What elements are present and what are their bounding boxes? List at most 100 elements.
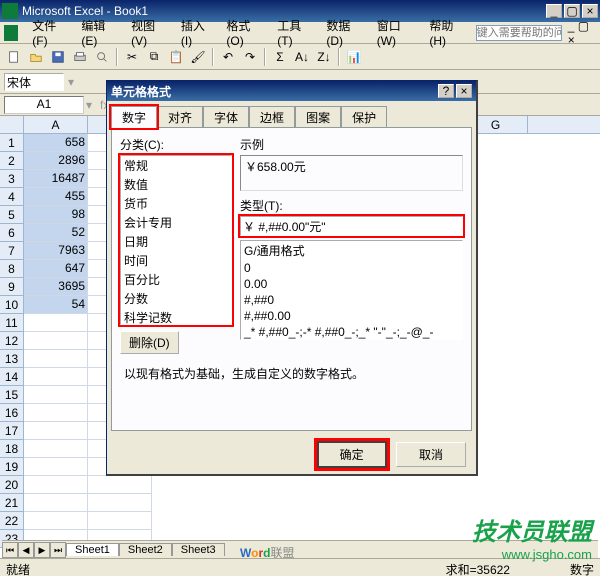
row-header[interactable]: 1: [0, 134, 23, 152]
menu-edit[interactable]: 编辑(E): [75, 15, 123, 50]
copy-icon[interactable]: ⧉: [144, 47, 164, 67]
tab-pattern[interactable]: 图案: [295, 106, 341, 128]
row-header[interactable]: 19: [0, 458, 23, 476]
menu-data[interactable]: 数据(D): [320, 15, 368, 50]
row-header[interactable]: 10: [0, 296, 23, 314]
list-item[interactable]: 百分比: [121, 270, 231, 289]
list-item[interactable]: 常规: [121, 156, 231, 175]
row-header[interactable]: 18: [0, 440, 23, 458]
row-header[interactable]: 13: [0, 350, 23, 368]
select-all-corner[interactable]: [0, 116, 23, 134]
row-header[interactable]: 9: [0, 278, 23, 296]
menu-view[interactable]: 视图(V): [125, 15, 173, 50]
cell[interactable]: 16487: [24, 170, 88, 188]
ok-button[interactable]: 确定: [317, 441, 387, 468]
row-header[interactable]: 14: [0, 368, 23, 386]
sheet-tab[interactable]: Sheet3: [172, 543, 225, 556]
format-code-listbox[interactable]: G/通用格式 0 0.00 #,##0 #,##0.00 _* #,##0_-;…: [240, 240, 463, 340]
font-name-select[interactable]: 宋体: [4, 73, 64, 91]
sheet-tab[interactable]: Sheet1: [66, 543, 119, 556]
cancel-button[interactable]: 取消: [396, 442, 466, 467]
cell[interactable]: 2896: [24, 152, 88, 170]
tab-align[interactable]: 对齐: [157, 106, 203, 128]
tab-nav-last-icon[interactable]: ⏭: [50, 542, 66, 558]
dialog-close-button[interactable]: ×: [456, 84, 472, 98]
minimize-button[interactable]: _: [546, 4, 562, 18]
list-item[interactable]: 日期: [121, 232, 231, 251]
dialog-titlebar[interactable]: 单元格格式 ? ×: [107, 81, 476, 101]
list-item[interactable]: 科学记数: [121, 308, 231, 325]
row-header[interactable]: 11: [0, 314, 23, 332]
list-item[interactable]: 时间: [121, 251, 231, 270]
undo-icon[interactable]: ↶: [218, 47, 238, 67]
cell[interactable]: 54: [24, 296, 88, 314]
name-box[interactable]: A1: [4, 96, 84, 114]
sort-desc-icon[interactable]: Z↓: [314, 47, 334, 67]
cell[interactable]: 98: [24, 206, 88, 224]
sum-icon[interactable]: Σ: [270, 47, 290, 67]
row-header[interactable]: 7: [0, 242, 23, 260]
tab-border[interactable]: 边框: [249, 106, 295, 128]
row-header[interactable]: 21: [0, 494, 23, 512]
menu-insert[interactable]: 插入(I): [175, 15, 219, 50]
delete-button[interactable]: 删除(D): [120, 331, 179, 354]
menu-format[interactable]: 格式(O): [220, 15, 269, 50]
list-item[interactable]: 分数: [121, 289, 231, 308]
row-header[interactable]: 12: [0, 332, 23, 350]
paste-icon[interactable]: 📋: [166, 47, 186, 67]
row-header[interactable]: 6: [0, 224, 23, 242]
close-button[interactable]: ×: [582, 4, 598, 18]
row-header[interactable]: 20: [0, 476, 23, 494]
cell[interactable]: 7963: [24, 242, 88, 260]
sort-asc-icon[interactable]: A↓: [292, 47, 312, 67]
list-item[interactable]: 会计专用: [121, 213, 231, 232]
cell[interactable]: 455: [24, 188, 88, 206]
row-header[interactable]: 8: [0, 260, 23, 278]
tab-nav-prev-icon[interactable]: ◀: [18, 542, 34, 558]
row-header[interactable]: 4: [0, 188, 23, 206]
list-item[interactable]: G/通用格式: [241, 241, 462, 260]
type-input[interactable]: [240, 216, 463, 236]
new-icon[interactable]: [4, 47, 24, 67]
tab-font[interactable]: 字体: [203, 106, 249, 128]
sheet-tab[interactable]: Sheet2: [119, 543, 172, 556]
app-icon[interactable]: [4, 25, 18, 41]
col-header[interactable]: A: [24, 116, 88, 133]
list-item[interactable]: #,##0: [241, 292, 462, 308]
list-item[interactable]: #,##0.00: [241, 308, 462, 324]
preview-icon[interactable]: [92, 47, 112, 67]
tab-protect[interactable]: 保护: [341, 106, 387, 128]
tab-nav-first-icon[interactable]: ⏮: [2, 542, 18, 558]
list-item[interactable]: 货币: [121, 194, 231, 213]
dialog-help-button[interactable]: ?: [438, 84, 454, 98]
tab-number[interactable]: 数字: [111, 106, 157, 128]
cell[interactable]: 3695: [24, 278, 88, 296]
save-icon[interactable]: [48, 47, 68, 67]
row-header[interactable]: 16: [0, 404, 23, 422]
redo-icon[interactable]: ↷: [240, 47, 260, 67]
row-header[interactable]: 22: [0, 512, 23, 530]
list-item[interactable]: 数值: [121, 175, 231, 194]
cell[interactable]: 658: [24, 134, 88, 152]
cell[interactable]: 647: [24, 260, 88, 278]
menu-help[interactable]: 帮助(H): [423, 15, 471, 50]
cell[interactable]: 52: [24, 224, 88, 242]
restore-button[interactable]: ▢: [564, 4, 580, 18]
menu-file[interactable]: 文件(F): [26, 15, 73, 50]
row-header[interactable]: 3: [0, 170, 23, 188]
list-item[interactable]: _* #,##0_-;-* #,##0_-;_* "-"_-;_-@_-: [241, 324, 462, 340]
list-item[interactable]: 0: [241, 260, 462, 276]
help-search-input[interactable]: [476, 25, 562, 41]
print-icon[interactable]: [70, 47, 90, 67]
format-painter-icon[interactable]: 🖌: [188, 47, 208, 67]
row-header[interactable]: 5: [0, 206, 23, 224]
chart-icon[interactable]: 📊: [344, 47, 364, 67]
list-item[interactable]: 0.00: [241, 276, 462, 292]
row-header[interactable]: 2: [0, 152, 23, 170]
menu-tools[interactable]: 工具(T): [271, 15, 318, 50]
menu-window[interactable]: 窗口(W): [371, 15, 422, 50]
cut-icon[interactable]: ✂: [122, 47, 142, 67]
row-header[interactable]: 17: [0, 422, 23, 440]
open-icon[interactable]: [26, 47, 46, 67]
row-header[interactable]: 15: [0, 386, 23, 404]
